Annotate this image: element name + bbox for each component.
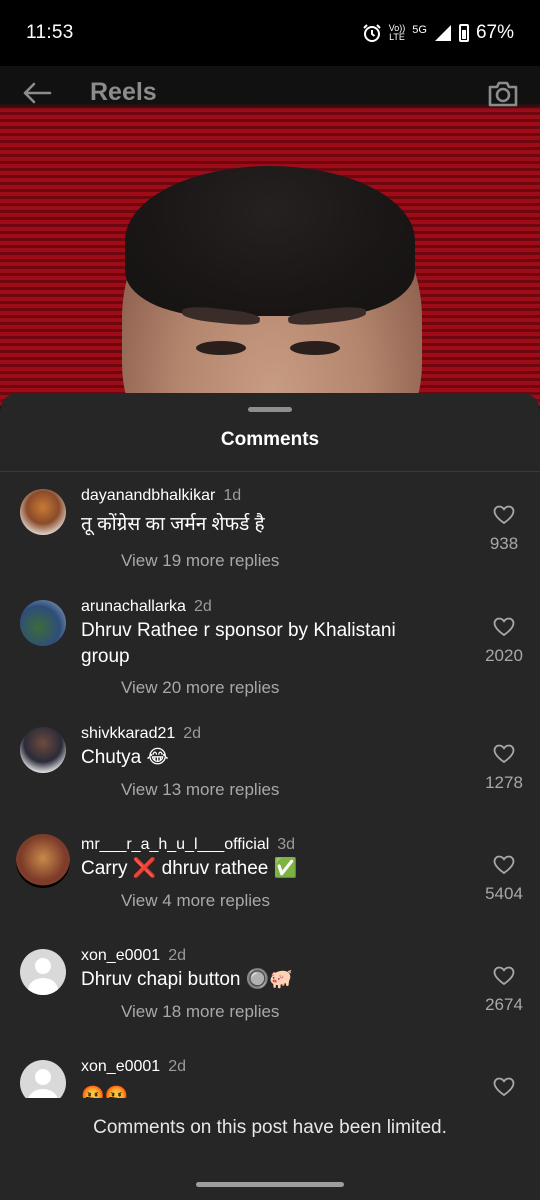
like-button[interactable]: 938 — [470, 505, 538, 554]
like-button[interactable]: 2674 — [470, 966, 538, 1015]
like-count: 938 — [489, 534, 519, 553]
default-avatar-icon[interactable] — [20, 1060, 66, 1098]
comment-username[interactable]: mr___r_a_h_u_l___official — [81, 836, 269, 853]
like-button[interactable] — [470, 1077, 538, 1097]
signal-icon — [434, 25, 451, 41]
sheet-divider — [0, 471, 540, 472]
avatar-story-ring[interactable] — [16, 834, 70, 888]
view-replies-link[interactable]: View 19 more replies — [121, 551, 279, 571]
camera-icon — [488, 81, 518, 107]
comment-username[interactable]: shivkkarad21 — [81, 725, 175, 742]
like-button[interactable]: 2020 — [470, 617, 538, 666]
view-replies-link[interactable]: View 20 more replies — [121, 678, 279, 698]
home-indicator[interactable] — [196, 1182, 344, 1187]
like-count: 2020 — [485, 646, 523, 665]
sheet-title: Comments — [220, 429, 320, 450]
reels-comments-screen: 11:53 Vo)) LTE 5G 67% Reels Comments day… — [0, 0, 540, 1200]
status-bar: 11:53 Vo)) LTE 5G 67% — [0, 0, 540, 66]
comment-text: Chutya 😂 — [81, 747, 169, 768]
camera-button[interactable] — [486, 76, 520, 110]
comment-item: arunachallarka 2d Dhruv Rathee r sponsor … — [0, 596, 540, 726]
like-count: 1278 — [485, 773, 523, 792]
comment-text: Carry ❌ dhruv rathee ✅ — [81, 858, 298, 879]
comment-header: arunachallarka 2d — [81, 598, 212, 616]
alarm-icon — [363, 24, 381, 42]
avatar[interactable] — [20, 600, 66, 646]
comment-header: dayanandbhalkikar 1d — [81, 487, 241, 505]
right-eye — [290, 341, 340, 355]
comment-username[interactable]: arunachallarka — [81, 598, 186, 615]
comment-header: xon_e0001 2d — [81, 947, 186, 965]
back-button[interactable] — [20, 76, 54, 110]
sheet-drag-handle[interactable] — [248, 407, 292, 412]
like-button[interactable]: 1278 — [470, 744, 538, 793]
network-gen: 5G — [412, 24, 427, 36]
heart-icon — [493, 1077, 515, 1097]
avatar[interactable] — [20, 489, 66, 535]
comment-username[interactable]: xon_e0001 — [81, 1058, 160, 1075]
comment-text: Dhruv Rathee r sponsor by Khalistani gro… — [81, 620, 396, 667]
comment-time: 2d — [193, 598, 212, 615]
comments-limited-notice: Comments on this post have been limited. — [93, 1117, 447, 1138]
view-replies-link[interactable]: View 4 more replies — [121, 891, 270, 911]
comment-username[interactable]: xon_e0001 — [81, 947, 160, 964]
comment-item: xon_e0001 2d 🤬🤬 — [0, 1056, 540, 1098]
status-time: 11:53 — [26, 22, 74, 43]
comment-item: mr___r_a_h_u_l___official 3d Carry ❌ dhru… — [0, 834, 540, 944]
like-count: 5404 — [485, 884, 523, 903]
view-replies-link[interactable]: View 18 more replies — [121, 1002, 279, 1022]
default-avatar-icon[interactable] — [20, 949, 66, 995]
comment-time: 3d — [277, 836, 296, 853]
heart-icon — [493, 855, 515, 875]
view-replies-link[interactable]: View 13 more replies — [121, 780, 279, 800]
heart-icon — [493, 966, 515, 986]
comment-time: 2d — [168, 1058, 186, 1075]
comment-text: Dhruv chapi button 🔘🐖 — [81, 969, 294, 990]
like-button[interactable]: 5404 — [470, 855, 538, 904]
comment-item: dayanandbhalkikar 1d तू कोंग्रेस का जर्मन… — [0, 485, 540, 595]
comment-header: xon_e0001 2d — [81, 1058, 186, 1076]
comment-text: तू कोंग्रेस का जर्मन शेफर्ड है — [81, 514, 265, 535]
person-hair — [125, 166, 415, 316]
left-eye — [196, 341, 246, 355]
status-indicators: Vo)) LTE 5G 67% — [362, 22, 514, 44]
comment-time: 2d — [168, 947, 186, 964]
page-title: Reels — [90, 78, 157, 106]
volte-indicator: Vo)) LTE — [388, 23, 406, 42]
comment-time: 2d — [183, 725, 202, 742]
reels-topbar: Reels — [0, 66, 540, 120]
back-arrow-icon — [23, 82, 52, 104]
comment-item: xon_e0001 2d Dhruv chapi button 🔘🐖 View 1… — [0, 945, 540, 1055]
heart-icon — [493, 505, 515, 525]
comment-time: 1d — [223, 487, 242, 504]
comment-header: shivkkarad21 2d — [81, 725, 201, 743]
comment-item: shivkkarad21 2d Chutya 😂 View 13 more rep… — [0, 723, 540, 833]
battery-icon — [458, 24, 469, 42]
comments-list[interactable]: dayanandbhalkikar 1d तू कोंग्रेस का जर्मन… — [0, 473, 540, 1098]
like-count: 2674 — [485, 995, 523, 1014]
heart-icon — [493, 744, 515, 764]
comment-header: mr___r_a_h_u_l___official 3d — [81, 836, 295, 854]
comments-sheet: Comments dayanandbhalkikar 1d तू कोंग्रेस… — [0, 393, 540, 1200]
avatar[interactable] — [20, 727, 66, 773]
heart-icon — [493, 617, 515, 637]
battery-percent: 67% — [475, 22, 514, 43]
comment-username[interactable]: dayanandbhalkikar — [81, 487, 215, 504]
comment-text: 🤬🤬 — [81, 1086, 129, 1098]
